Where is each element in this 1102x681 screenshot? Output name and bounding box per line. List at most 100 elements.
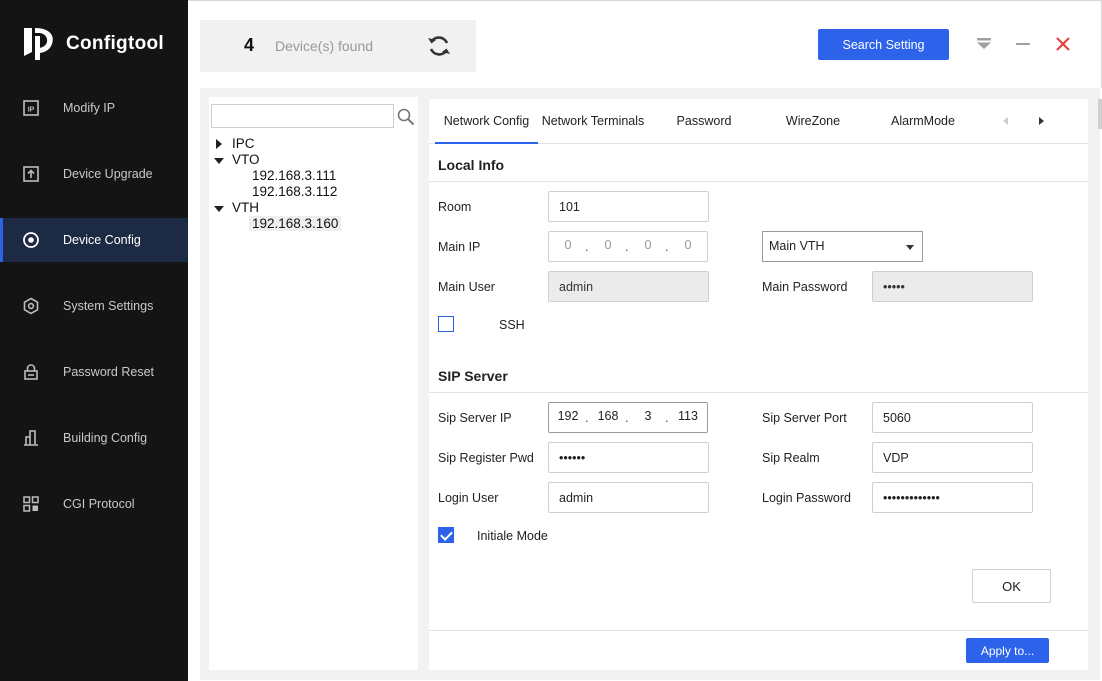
sip-register-pwd-input[interactable] xyxy=(548,442,709,473)
tree-search-input[interactable] xyxy=(211,104,394,128)
sip-register-pwd-label: Sip Register Pwd xyxy=(438,451,534,465)
tab-network-config[interactable]: Network Config xyxy=(435,99,538,144)
section-title-local-info: Local Info xyxy=(438,157,505,173)
login-password-input[interactable] xyxy=(872,482,1033,513)
tree-leaf-device[interactable]: 192.168.3.112 xyxy=(249,184,340,199)
tab-bar: Network Config Network Terminals Passwor… xyxy=(429,99,1088,144)
sip-server-port-label: Sip Server Port xyxy=(762,411,847,425)
ip-segment[interactable]: 192 xyxy=(554,409,582,423)
room-input[interactable] xyxy=(548,191,709,222)
ip-dot: . xyxy=(625,411,629,425)
ssh-checkbox[interactable] xyxy=(438,316,454,332)
ip-dot: . xyxy=(625,240,629,254)
sidebar-item-label: CGI Protocol xyxy=(63,497,135,511)
chevron-right-icon[interactable] xyxy=(1034,114,1048,128)
login-password-label: Login Password xyxy=(762,491,851,505)
ip-dot: . xyxy=(585,240,589,254)
ip-segment[interactable]: 113 xyxy=(674,409,702,423)
sip-server-port-input[interactable] xyxy=(872,402,1033,433)
tree-node-ipc[interactable]: IPC xyxy=(232,136,255,151)
login-user-label: Login User xyxy=(438,491,499,505)
close-icon[interactable] xyxy=(1052,34,1074,54)
sidebar-item-label: System Settings xyxy=(63,299,154,313)
sidebar-item-label: Device Upgrade xyxy=(63,167,153,181)
sip-server-ip-label: Sip Server IP xyxy=(438,411,512,425)
main-ip-input[interactable]: 0 . 0 . 0 . 0 xyxy=(548,231,708,262)
minimize-icon[interactable] xyxy=(1012,34,1034,54)
ip-segment[interactable]: 0 xyxy=(634,238,662,252)
sip-server-ip-input[interactable]: 192 . 168 . 3 . 113 xyxy=(548,402,708,433)
collapse-arrow-icon[interactable] xyxy=(214,204,224,214)
tree-leaf-device[interactable]: 192.168.3.111 xyxy=(249,168,339,183)
collapse-arrow-icon[interactable] xyxy=(214,156,224,166)
chevron-left-icon[interactable] xyxy=(999,114,1013,128)
main-vth-select-value: Main VTH xyxy=(769,239,825,253)
sidebar-item-password-reset[interactable]: Password Reset xyxy=(0,350,188,394)
grid-icon xyxy=(23,496,39,512)
chevron-down-icon xyxy=(906,245,914,250)
section-title-sip-server: SIP Server xyxy=(438,368,508,384)
hexagon-gear-icon xyxy=(23,297,39,315)
target-icon xyxy=(23,232,39,248)
sip-realm-label: Sip Realm xyxy=(762,451,820,465)
main-user-label: Main User xyxy=(438,280,495,294)
search-icon[interactable] xyxy=(396,107,416,127)
ip-segment[interactable]: 0 xyxy=(554,238,582,252)
device-count: 4 xyxy=(244,35,255,55)
main-password-input xyxy=(872,271,1033,302)
tab-alarmmode[interactable]: AlarmMode xyxy=(873,99,973,144)
device-found-panel: 4 Device(s) found xyxy=(200,20,476,72)
sidebar-item-device-upgrade[interactable]: Device Upgrade xyxy=(0,152,188,196)
dropdown-icon[interactable] xyxy=(973,34,995,54)
sidebar-item-modify-ip[interactable]: IP Modify IP xyxy=(0,86,188,130)
tab-wirezone[interactable]: WireZone xyxy=(763,99,863,144)
modify-ip-icon: IP xyxy=(23,100,39,116)
main-password-label: Main Password xyxy=(762,280,848,294)
sidebar: Configtool IP Modify IP Device Upgrade D… xyxy=(0,0,188,681)
login-user-input[interactable] xyxy=(548,482,709,513)
sidebar-item-system-settings[interactable]: System Settings xyxy=(0,284,188,328)
sidebar-item-label: Password Reset xyxy=(63,365,155,379)
upload-icon xyxy=(23,166,39,182)
sidebar-item-building-config[interactable]: Building Config xyxy=(0,416,188,460)
device-found-label: Device(s) found xyxy=(275,38,374,54)
search-setting-button[interactable]: Search Setting xyxy=(818,29,949,60)
initiale-mode-checkbox[interactable] xyxy=(438,527,454,543)
sidebar-item-cgi-protocol[interactable]: CGI Protocol xyxy=(0,482,188,526)
sidebar-item-label: Building Config xyxy=(63,431,148,445)
ip-segment[interactable]: 168 xyxy=(594,409,622,423)
lock-icon xyxy=(24,364,38,380)
apply-to-button[interactable]: Apply to... xyxy=(966,638,1049,663)
ip-dot: . xyxy=(665,240,669,254)
ip-segment[interactable]: 3 xyxy=(634,409,662,423)
tree-node-vth[interactable]: VTH xyxy=(232,200,259,215)
ip-segment[interactable]: 0 xyxy=(674,238,702,252)
expand-arrow-icon[interactable] xyxy=(214,139,224,149)
tree-leaf-device-selected[interactable]: 192.168.3.160 xyxy=(249,216,342,231)
sidebar-item-device-config[interactable]: Device Config xyxy=(0,218,188,262)
main-vth-select[interactable]: Main VTH xyxy=(762,231,923,262)
ok-button[interactable]: OK xyxy=(972,569,1051,603)
tab-network-terminals[interactable]: Network Terminals xyxy=(539,99,647,144)
ssh-label: SSH xyxy=(499,318,525,332)
sip-realm-input[interactable] xyxy=(872,442,1033,473)
initiale-mode-label: Initiale Mode xyxy=(477,529,548,543)
configtool-logo-icon xyxy=(24,28,53,60)
sidebar-item-label: Device Config xyxy=(63,233,141,247)
svg-text:IP: IP xyxy=(28,107,35,114)
app-title: Configtool xyxy=(66,33,164,54)
refresh-icon[interactable] xyxy=(426,33,452,59)
tab-password[interactable]: Password xyxy=(654,99,754,144)
main-ip-label: Main IP xyxy=(438,240,481,254)
sidebar-item-label: Modify IP xyxy=(63,101,116,115)
app-logo: Configtool xyxy=(22,26,164,62)
room-label: Room xyxy=(438,200,472,214)
divider xyxy=(429,630,1088,631)
scrollbar[interactable] xyxy=(1098,99,1102,129)
main-user-input xyxy=(548,271,709,302)
building-icon xyxy=(24,430,38,446)
ip-segment[interactable]: 0 xyxy=(594,238,622,252)
divider xyxy=(429,181,1088,182)
ip-dot: . xyxy=(665,411,669,425)
tree-node-vto[interactable]: VTO xyxy=(232,152,260,167)
